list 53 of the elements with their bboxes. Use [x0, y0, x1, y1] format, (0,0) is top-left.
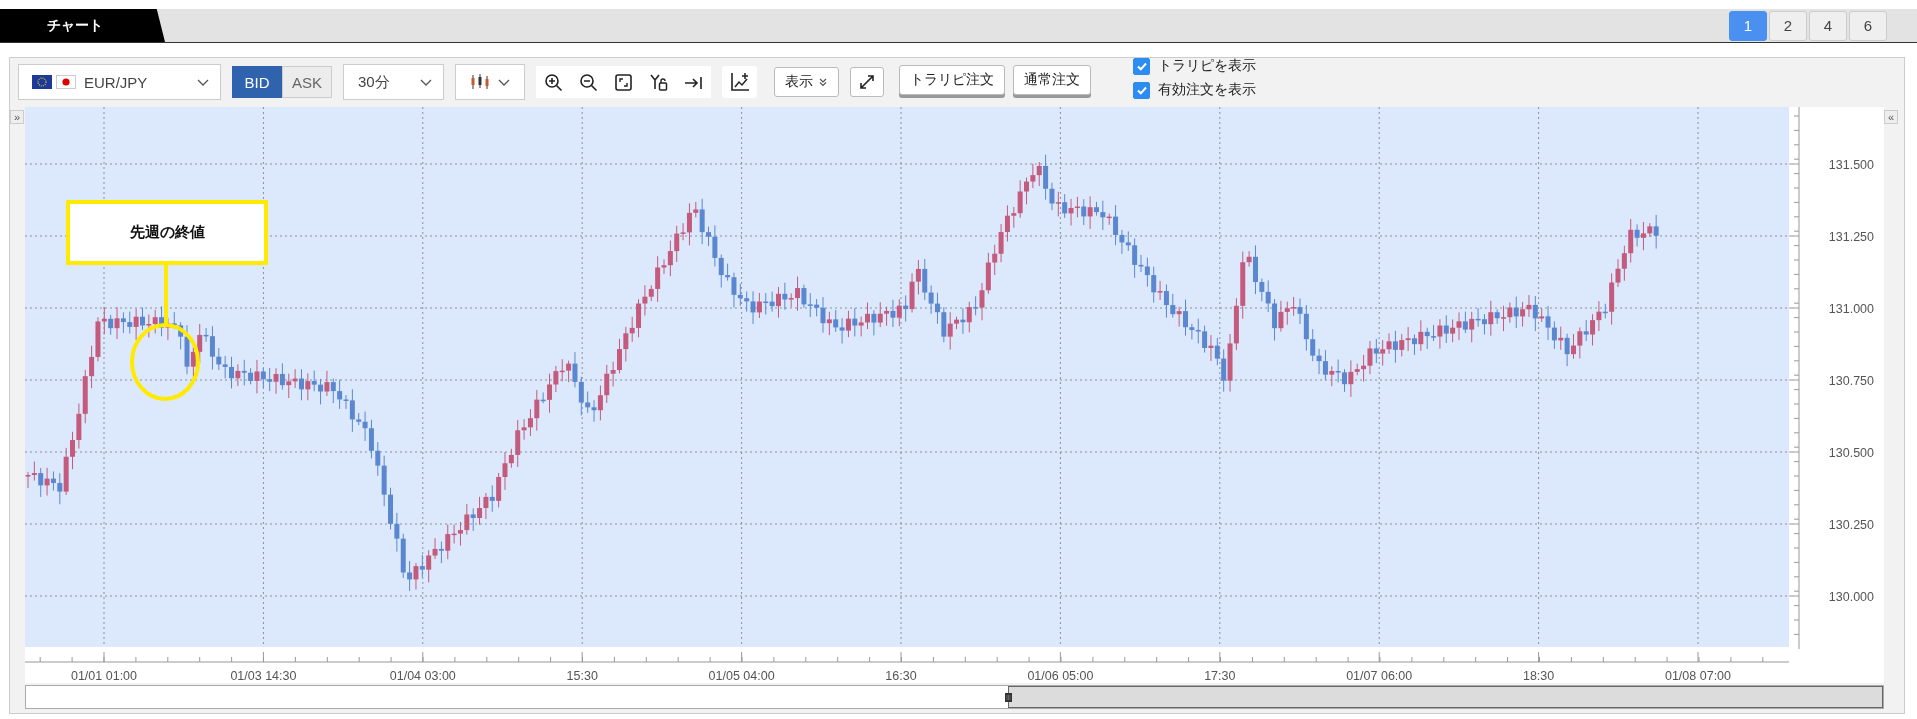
y-axis-label: 131.500 [1828, 158, 1874, 172]
chart-plus-icon [729, 72, 750, 92]
candlestick-icon [469, 73, 491, 91]
checkmark-icon [1135, 84, 1148, 96]
leader-line [164, 265, 168, 325]
fullscreen-button[interactable] [850, 67, 884, 97]
chart-type-dropdown[interactable] [455, 64, 525, 100]
y-axis-label: 130.250 [1828, 518, 1874, 532]
x-axis-label: 17:30 [1204, 669, 1236, 681]
y-axis-lock-icon [649, 72, 668, 92]
eu-flag-icon [32, 75, 52, 89]
y-axis-label: 130.500 [1828, 446, 1874, 460]
display-menu-button[interactable]: 表示 [774, 67, 839, 97]
chart-tab[interactable]: チャート [0, 9, 165, 42]
y-axis-label: 130.000 [1828, 590, 1874, 604]
expand-arrows-icon [858, 73, 876, 91]
y-axis-label: 131.000 [1828, 302, 1874, 316]
japan-flag-icon [56, 75, 76, 89]
grip-handle-icon [1005, 693, 1012, 702]
checkbox-label: 有効注文を表示 [1158, 81, 1256, 99]
currency-pair-dropdown[interactable]: EUR/JPY [18, 64, 221, 100]
x-axis-label: 01/01 01:00 [71, 669, 137, 681]
layout-button[interactable]: 6 [1849, 10, 1887, 41]
layout-button[interactable]: 4 [1809, 10, 1847, 41]
x-axis-label: 01/05 04:00 [708, 669, 775, 681]
x-axis-label: 01/03 14:30 [230, 669, 297, 681]
x-axis-label: 01/04 03:00 [389, 669, 456, 681]
x-axis-label: 16:30 [885, 669, 917, 681]
order-button[interactable]: 通常注文 [1013, 65, 1091, 95]
order-button[interactable]: トラリピ注文 [899, 65, 1005, 95]
checkbox[interactable] [1133, 57, 1150, 75]
x-axis-label: 15:30 [566, 669, 598, 681]
zoom-out-icon [579, 72, 598, 92]
collapse-button[interactable]: « [1884, 110, 1898, 124]
y-axis-label: 130.750 [1828, 374, 1874, 388]
collapse-button[interactable]: » [10, 110, 24, 124]
double-chevron-down-icon [818, 77, 828, 87]
x-axis-label: 18:30 [1522, 669, 1555, 681]
checkmark-icon [1135, 60, 1148, 72]
timeframe-dropdown[interactable]: 30分 [343, 64, 444, 100]
checkbox[interactable] [1133, 81, 1150, 99]
x-axis-label: 01/06 05:00 [1027, 669, 1094, 681]
checkbox-label: トラリピを表示 [1158, 57, 1256, 75]
fit-screen-icon [614, 72, 633, 92]
zoom-in-icon [544, 72, 563, 92]
add-indicator-button[interactable] [722, 66, 757, 98]
y-axis-label: 131.250 [1828, 230, 1874, 244]
x-axis-label: 01/08 07:00 [1665, 669, 1731, 681]
price-side-toggle[interactable]: BID [232, 66, 282, 98]
layout-button[interactable]: 2 [1769, 10, 1807, 41]
annotation-label: 先週の終値 [66, 200, 268, 265]
x-axis-label: 01/07 06:00 [1346, 669, 1413, 681]
price-side-toggle[interactable]: ASK [282, 66, 332, 98]
